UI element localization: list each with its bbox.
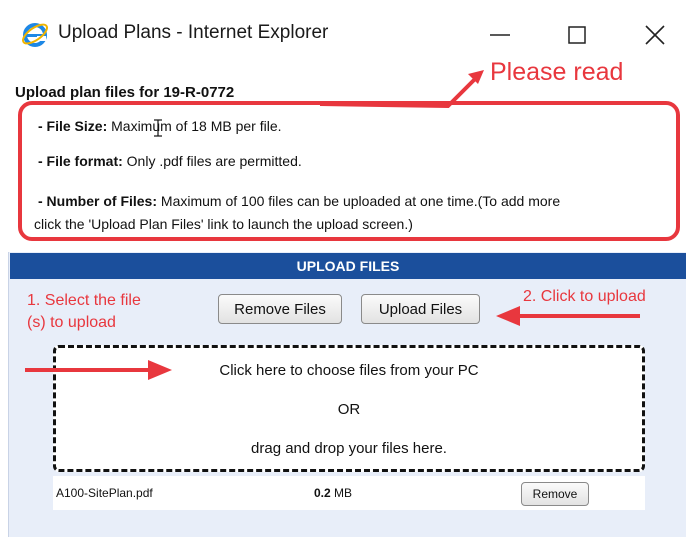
- please-read-arrow: [319, 74, 480, 109]
- step2-arrowhead: [496, 306, 520, 326]
- browser-window: Upload Plans - Internet Explorer Upload …: [0, 0, 686, 537]
- step1-arrowhead: [148, 360, 172, 380]
- annotation-arrows: [25, 70, 640, 380]
